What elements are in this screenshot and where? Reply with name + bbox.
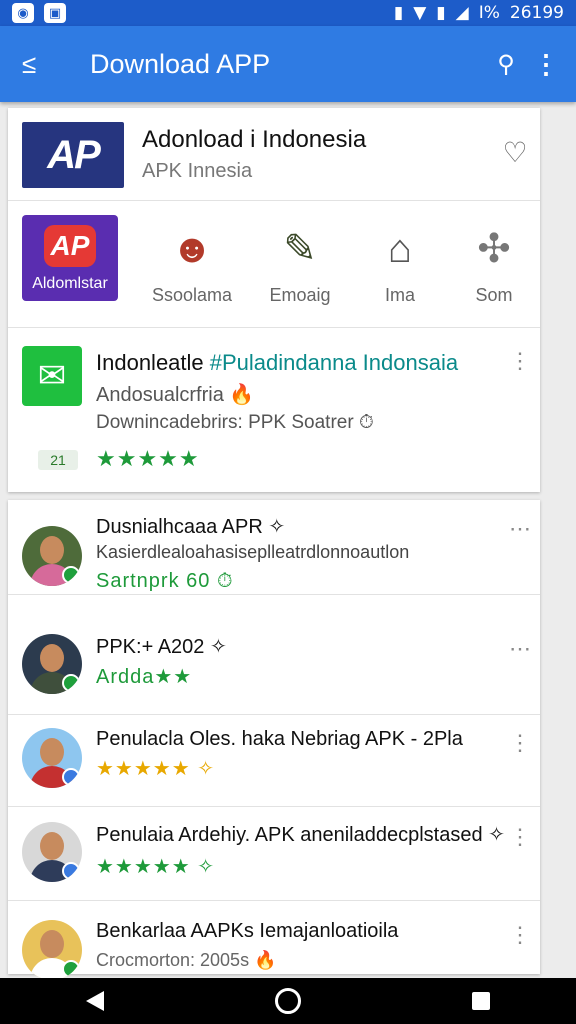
verified-badge-icon	[62, 674, 80, 692]
more-vert-icon[interactable]: ⋮	[508, 922, 532, 948]
puzzle-icon: ✣	[477, 227, 511, 271]
verified-badge-icon	[62, 862, 80, 880]
list-item[interactable]: Penulaia Ardehiy. APK aneniladdecplstase…	[8, 806, 540, 901]
search-icon[interactable]: ⚲	[486, 50, 526, 79]
app-bar: ≤ Download APP ⚲ ⋮	[0, 26, 576, 102]
notification-icon: ◉	[12, 3, 34, 23]
signal-text: I%	[478, 3, 500, 23]
featured-app[interactable]: AP Adonload i Indonesia APK Innesia ♡	[8, 108, 540, 201]
verified-badge-icon	[62, 566, 80, 584]
wifi-icon: ▼	[413, 3, 427, 23]
signal-icon: ◢	[455, 3, 469, 23]
battery-icon: ▮	[436, 3, 446, 23]
more-vert-icon[interactable]: ⋮	[508, 348, 532, 374]
category-row: AP Aldomlstar ☻ Ssoolama ✎ Emoaig ⌂ Ima …	[8, 201, 540, 328]
avatar	[22, 920, 82, 980]
favorite-heart-icon[interactable]: ♡	[496, 136, 534, 174]
featured-subtitle: APK Innesia	[142, 160, 253, 182]
brush-icon: ✎	[283, 227, 317, 271]
ap-logo-icon: AP Aldomlstar	[22, 215, 118, 301]
avatar	[22, 728, 82, 788]
back-menu-icon[interactable]: ≤	[22, 49, 62, 80]
vibrate-icon: ▮	[393, 3, 404, 23]
more-options-icon[interactable]: ⋮	[526, 49, 566, 80]
rating-count-badge: 21	[38, 450, 78, 470]
avatar	[22, 526, 82, 586]
avatar	[22, 634, 82, 694]
recents-icon[interactable]	[472, 992, 491, 1010]
featured-card: AP Adonload i Indonesia APK Innesia ♡ AP…	[8, 108, 540, 492]
more-vert-icon[interactable]: ⋮	[508, 730, 532, 756]
system-nav-bar	[0, 978, 576, 1024]
app-description: Downincadebrirs: PPK Soatrer ⏱	[96, 412, 374, 433]
back-icon[interactable]	[85, 991, 104, 1011]
category-item[interactable]: ✣ Som	[444, 201, 544, 327]
star-rating: ★★★★★	[96, 446, 200, 471]
featured-title: Adonload i Indonesia	[142, 126, 367, 153]
app-list-item[interactable]: ✉ Indonleatle #Puladindanna Indonsaia An…	[8, 328, 540, 492]
page-title: Download APP	[90, 48, 271, 79]
status-bar: ◉ ▣ ▮ ▼ ▮ ◢ I% 26199	[0, 0, 576, 26]
list-card: Dusnialhcaaa APR ✧ Kasierdlealoahasisepl…	[8, 500, 540, 980]
app-developer: Andosualcrfria 🔥	[96, 384, 255, 406]
home-icon[interactable]	[274, 988, 301, 1014]
chat-app-icon: ✉	[22, 346, 82, 406]
list-item[interactable]: Dusnialhcaaa APR ✧ Kasierdlealoahasisepl…	[8, 500, 540, 595]
featured-logo: AP	[22, 122, 124, 188]
house-icon: ⌂	[387, 226, 413, 271]
more-horiz-icon[interactable]: ⋯	[508, 636, 532, 662]
list-item[interactable]: Penulacla Oles. haka Nebriag APK - 2Pla …	[8, 712, 540, 807]
category-item[interactable]: ✎ Emoaig	[250, 201, 350, 327]
verified-badge-icon	[62, 768, 80, 786]
list-item[interactable]: PPK:+ A202 ✧ Ardda★★ ⋯	[8, 620, 540, 715]
verified-badge-icon	[62, 960, 80, 978]
ninja-icon: ☻	[170, 226, 214, 271]
clock: 26199	[509, 3, 564, 23]
category-item[interactable]: AP Aldomlstar	[8, 201, 118, 327]
message-icon: ▣	[44, 3, 66, 23]
category-item[interactable]: ☻ Ssoolama	[142, 201, 242, 327]
app-name: Indonleatle #Puladindanna Indonsaia	[96, 350, 459, 375]
more-horiz-icon[interactable]: ⋯	[508, 516, 532, 542]
more-vert-icon[interactable]: ⋮	[508, 824, 532, 850]
avatar	[22, 822, 82, 882]
category-item[interactable]: ⌂ Ima	[350, 201, 450, 327]
